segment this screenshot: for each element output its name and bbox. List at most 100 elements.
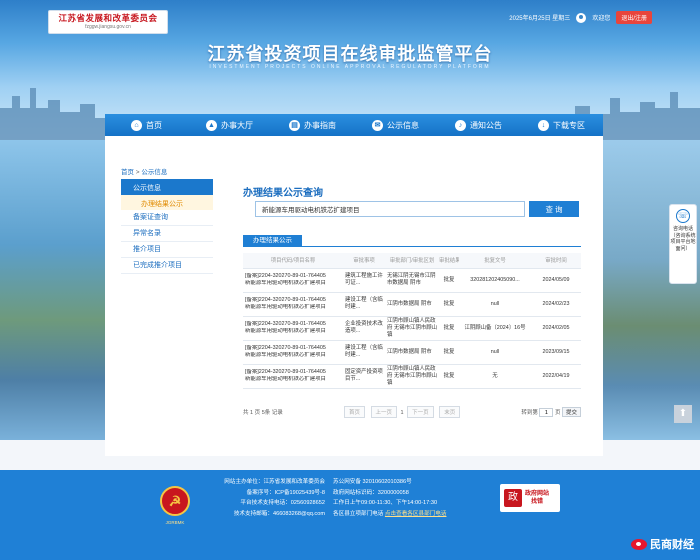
- county-phone-label: 各区县立项部门电话: [333, 510, 384, 517]
- approval-item: 建筑工程施工许可证...: [343, 268, 385, 293]
- next-page-button[interactable]: 下一页: [407, 406, 434, 418]
- project-name[interactable]: 新能源车用驱动电机铁芯扩建项目: [245, 376, 341, 383]
- footer-row: 技术支持邮箱：466083268@qq.com 各区县立项部门电话 点击查看各区…: [205, 509, 495, 520]
- current-page: 1: [400, 410, 404, 416]
- breadcrumb: 首页 > 公示信息: [121, 166, 167, 176]
- org-logo[interactable]: 江苏省发展和改革委员会 fzggw.jiangsu.gov.cn: [48, 10, 168, 34]
- table-row[interactable]: [备案]2204-320270-89-01-764405 新能源车用驱动电机铁芯扩…: [243, 292, 581, 317]
- nav-label: 下载专区: [553, 120, 585, 130]
- goto-submit-button[interactable]: 提交: [561, 406, 581, 417]
- table-row[interactable]: [备案]2204-320270-89-01-764405 新能源车用驱动电机铁芯扩…: [243, 268, 581, 293]
- approval-dept: 江阴市数据局 阴市: [385, 292, 439, 317]
- county-phone-link[interactable]: 点击查看各区县部门电话: [385, 511, 447, 517]
- nav-public-info[interactable]: ✉ 公示信息: [354, 114, 437, 136]
- sidebar-item-promoted-projects[interactable]: 推介项目: [121, 242, 213, 258]
- project-code[interactable]: [备案]2204-320270-89-01-764405: [245, 273, 341, 280]
- project-code[interactable]: [备案]2204-320270-89-01-764405: [245, 297, 341, 304]
- results-section: 办理结果公示查询 查 询 办理结果公示 项目代码/项目名称 审批事项 审批部门/…: [243, 184, 581, 389]
- sidebar-header[interactable]: 公示信息: [121, 179, 213, 195]
- party-emblem-icon[interactable]: ☭: [160, 486, 190, 516]
- logout-register-button[interactable]: 退出/注册: [616, 11, 652, 24]
- watermark: 民商财经: [631, 536, 694, 552]
- approval-result: 批复: [439, 268, 459, 293]
- welcome-text: 欢迎您: [592, 16, 611, 22]
- site-subtitle: INVESTMENT PROJECTS ONLINE APPROVAL REGU…: [209, 64, 491, 70]
- total-records: 5条: [261, 410, 271, 416]
- page-title: 办理结果公示查询: [243, 188, 323, 199]
- breadcrumb-home-link[interactable]: 首页: [121, 169, 134, 176]
- back-to-top-button[interactable]: ⬆: [674, 405, 692, 423]
- guide-icon: ▤: [289, 119, 300, 131]
- footer-site-code: 政府网站标识码：3200000058: [333, 489, 409, 496]
- goto-page: 转到第 页 提交: [521, 406, 581, 418]
- table-row[interactable]: [备案]2204-320270-89-01-764405 新能源车用驱动电机铁芯扩…: [243, 340, 581, 365]
- footer-info: 网站主办单位：江苏省发展和改革委员会 苏公网安备 32010602010386号…: [205, 477, 495, 519]
- project-code[interactable]: [备案]2204-320270-89-01-764405: [245, 321, 341, 328]
- sidebar-item-record-query[interactable]: 备案证查询: [121, 210, 213, 226]
- table-row[interactable]: [备案]2204-320270-89-01-764405 新能源车用驱动电机铁芯扩…: [243, 316, 581, 341]
- footer-county-phones: 各区县立项部门电话 点击查看各区县部门电话: [333, 509, 495, 520]
- project-name[interactable]: 新能源车用驱动电机铁芯扩建项目: [245, 280, 341, 287]
- gov-site-report-badge[interactable]: 政 政府网站 找错: [500, 484, 560, 512]
- nav-announcements[interactable]: ♪ 通知公告: [437, 114, 520, 136]
- sidebar-item-completed-promotions[interactable]: 已完成推介项目: [121, 258, 213, 274]
- project-name[interactable]: 新能源车用驱动电机铁芯扩建项目: [245, 328, 341, 335]
- site-footer: ☭ JGRBMK 网站主办单位：江苏省发展和改革委员会 苏公网安备 320106…: [0, 470, 700, 560]
- last-page-button[interactable]: 末页: [439, 406, 461, 418]
- hall-icon: ▲: [206, 119, 217, 131]
- project-name[interactable]: 新能源车用驱动电机铁芯扩建项目: [245, 352, 341, 359]
- table-header-row: 项目代码/项目名称 审批事项 审批部门/审批区划 审批结果 批复文号 审批时间: [243, 253, 581, 269]
- project-name[interactable]: 新能源车用驱动电机铁芯扩建项目: [245, 304, 341, 311]
- breadcrumb-current[interactable]: 公示信息: [141, 169, 167, 176]
- footer-police-record[interactable]: 苏公网安备 32010602010386号: [333, 477, 495, 488]
- goto-page-input[interactable]: [539, 408, 554, 418]
- col-header-date: 审批时间: [531, 253, 581, 269]
- approval-result: 批复: [439, 316, 459, 341]
- project-code[interactable]: [备案]2204-320270-89-01-764405: [245, 345, 341, 352]
- table-row[interactable]: [备案]2204-320270-89-01-764405 新能源车用驱动电机铁芯扩…: [243, 364, 581, 389]
- pagination-controls: 首页 上一页 1 下一页 末页: [342, 406, 462, 418]
- footer-support-email: 技术支持邮箱：466083268@qq.com: [233, 510, 325, 517]
- goto-label: 转到第: [521, 409, 538, 416]
- sidebar-item-results-notice[interactable]: 办理结果公示: [121, 195, 213, 210]
- footer-host: 网站主办单位：江苏省发展和改革委员会: [224, 479, 325, 485]
- consult-phone-widget[interactable]: ☏ 咨询电话（咨询系统项目平台地面问）: [669, 204, 697, 284]
- approval-result: 批复: [439, 292, 459, 317]
- right-scenery-image: [595, 140, 700, 440]
- total-pages: 1: [250, 410, 254, 416]
- phone-icon: ☏: [676, 209, 690, 223]
- top-bar: 2025年6月25日 星期三 欢迎您 退出/注册: [509, 11, 652, 24]
- doc-number: 无: [459, 364, 531, 389]
- weibo-icon: [631, 538, 647, 550]
- nav-downloads[interactable]: ↓ 下载专区: [520, 114, 603, 136]
- approval-result: 批复: [439, 364, 459, 389]
- sidebar-item-abnormal-list[interactable]: 异常名录: [121, 226, 213, 242]
- footer-hours: 工作日上午09:00-11:30、下午14:00-17:30: [333, 500, 438, 506]
- nav-guide[interactable]: ▤ 办事指南: [271, 114, 354, 136]
- prev-page-button[interactable]: 上一页: [370, 406, 398, 418]
- approval-date: 2022/04/19: [531, 364, 581, 389]
- notice-icon: ✉: [372, 119, 383, 131]
- home-icon: ⌂: [131, 119, 142, 131]
- footer-row: 网站主办单位：江苏省发展和改革委员会 苏公网安备 32010602010386号: [205, 477, 495, 488]
- site-title: 江苏省投资项目在线审批监管平台: [207, 44, 493, 64]
- search-input[interactable]: [255, 201, 525, 217]
- tab-results-notice[interactable]: 办理结果公示: [243, 235, 302, 247]
- col-header-code-name: 项目代码/项目名称: [243, 253, 343, 269]
- pagination: 共 1 页 5条 记录 首页 上一页 1 下一页 末页 转到第 页 提交: [243, 406, 581, 418]
- nav-home[interactable]: ⌂ 首页: [105, 114, 188, 136]
- goto-suffix: 页: [554, 409, 561, 416]
- user-icon: [576, 12, 587, 23]
- report-text: 政府网站 找错: [525, 490, 549, 506]
- nav-label: 首页: [146, 120, 162, 130]
- summary-mid: 页: [254, 410, 261, 416]
- download-icon: ↓: [538, 119, 549, 131]
- approval-dept: 江阴市顾山镇人民政府 无锡市江阴市顾山镇: [385, 316, 439, 341]
- nav-service-hall[interactable]: ▲ 办事大厅: [188, 114, 271, 136]
- footer-icp[interactable]: 备案序号：ICP备19025439号-8: [205, 488, 333, 499]
- footer-row: 备案序号：ICP备19025439号-8 政府网站标识码：3200000058: [205, 488, 495, 499]
- project-code[interactable]: [备案]2204-320270-89-01-764405: [245, 369, 341, 376]
- nav-label: 办事大厅: [221, 120, 253, 130]
- search-button[interactable]: 查 询: [529, 201, 579, 217]
- first-page-button[interactable]: 首页: [343, 406, 365, 418]
